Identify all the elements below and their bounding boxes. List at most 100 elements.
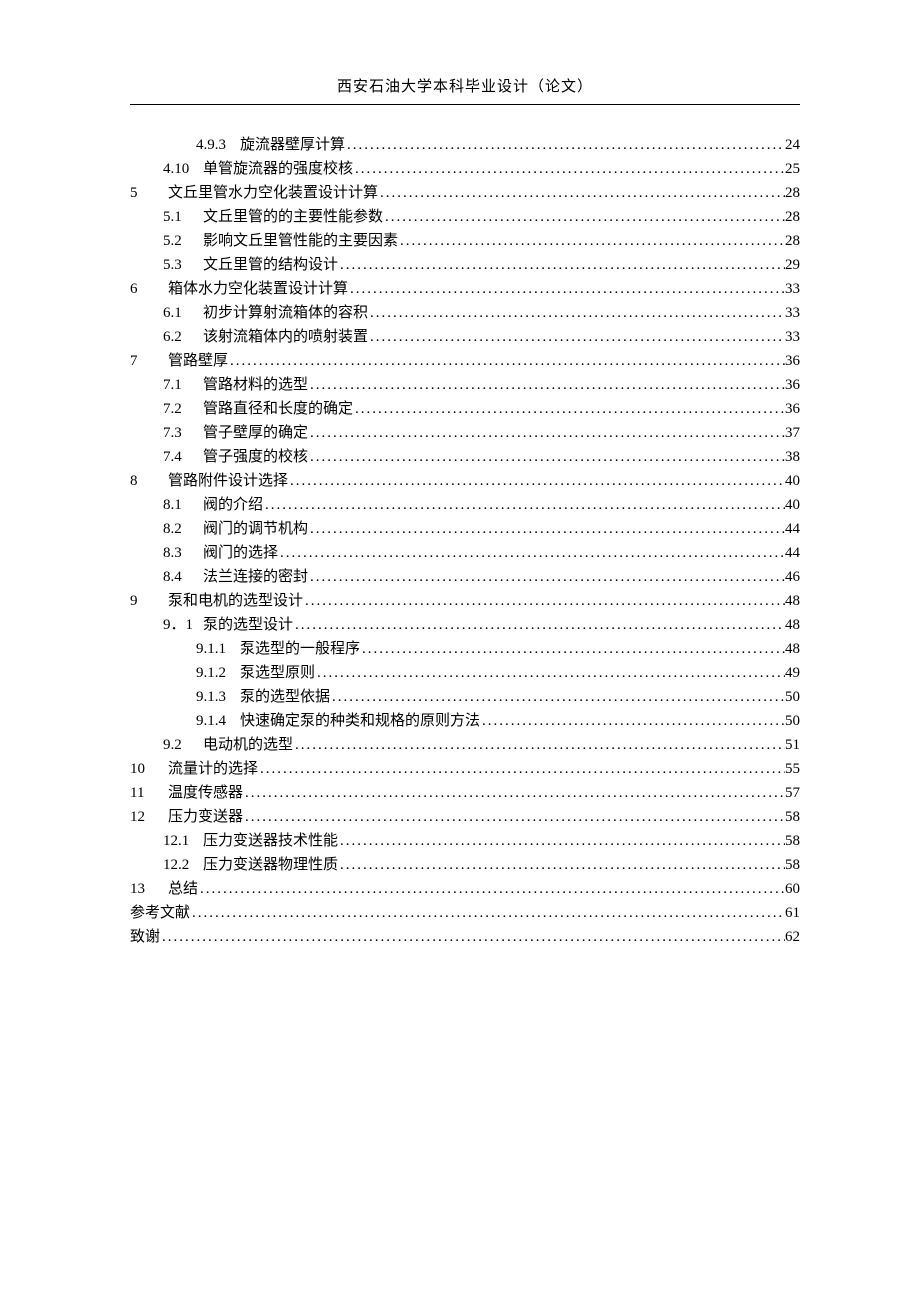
toc-entry-number: 6.2 [163, 325, 193, 349]
toc-entry-number: 9.1.3 [196, 685, 226, 709]
toc-entry-number: 6 [130, 277, 154, 301]
toc-entry: 9.1.3泵的选型依据50 [130, 685, 800, 709]
toc-entry-number: 9.1.2 [196, 661, 226, 685]
toc-entry: 12压力变送器58 [130, 805, 800, 829]
toc-entry-number: 4.9.3 [196, 133, 226, 157]
toc-entry-label: 12压力变送器 [130, 805, 243, 829]
toc-entry-title: 管路壁厚 [168, 353, 228, 369]
toc-entry: 13总结 60 [130, 877, 800, 901]
toc-entry-title: 管子壁厚的确定 [203, 425, 308, 441]
toc-leader-dots [398, 229, 785, 253]
toc-entry: 10 流量计的选择 55 [130, 757, 800, 781]
toc-entry-label: 5文丘里管水力空化装置设计计算 [130, 181, 378, 205]
toc-entry-number: 8 [130, 469, 154, 493]
toc-entry: 9.2电动机的选型51 [130, 733, 800, 757]
toc-entry-page: 60 [785, 877, 800, 901]
toc-entry-page: 57 [785, 781, 800, 805]
toc-entry-page: 33 [785, 277, 800, 301]
toc-entry-number: 9．1 [163, 613, 193, 637]
toc-entry-page: 38 [785, 445, 800, 469]
toc-entry: 致谢62 [130, 925, 800, 949]
toc-entry-label: 12.1压力变送器技术性能 [163, 829, 338, 853]
toc-entry-number: 5.1 [163, 205, 193, 229]
toc-leader-dots [308, 517, 785, 541]
toc-entry-page: 40 [785, 493, 800, 517]
toc-entry-number: 5 [130, 181, 154, 205]
toc-entry: 6.2该射流箱体内的喷射装置33 [130, 325, 800, 349]
toc-entry-number: 7.4 [163, 445, 193, 469]
toc-entry-label: 10 流量计的选择 [130, 757, 258, 781]
toc-entry: 6.1初步计算射流箱体的容积33 [130, 301, 800, 325]
toc-entry-label: 7 管路壁厚 [130, 349, 228, 373]
toc-entry-number: 5.2 [163, 229, 193, 253]
toc-entry: 7.3管子壁厚的确定37 [130, 421, 800, 445]
toc-entry: 8.2阀门的调节机构44 [130, 517, 800, 541]
toc-entry-title: 泵选型原则 [240, 665, 315, 681]
toc-entry-title: 文丘里管的结构设计 [203, 257, 338, 273]
toc-entry: 4.10 单管旋流器的强度校核 25 [130, 157, 800, 181]
toc-entry: 8管路附件设计选择40 [130, 469, 800, 493]
toc-entry-number: 7.2 [163, 397, 193, 421]
toc-entry-label: 7.1管路材料的选型 [163, 373, 308, 397]
toc-leader-dots [308, 565, 785, 589]
toc-leader-dots [160, 925, 785, 949]
toc-leader-dots [308, 421, 785, 445]
toc-entry-label: 致谢 [130, 925, 160, 949]
toc-entry: 9.1.4快速确定泵的种类和规格的原则方法50 [130, 709, 800, 733]
toc-entry-label: 8.1阀的介绍 [163, 493, 263, 517]
toc-entry-page: 48 [785, 637, 800, 661]
toc-entry-title: 泵的选型设计 [203, 617, 293, 633]
toc-leader-dots [348, 277, 785, 301]
toc-entry-page: 58 [785, 829, 800, 853]
toc-entry: 9．1泵的选型设计48 [130, 613, 800, 637]
toc-entry-number: 7.1 [163, 373, 193, 397]
toc-leader-dots [228, 349, 785, 373]
toc-entry-label: 8.4法兰连接的密封 [163, 565, 308, 589]
toc-entry: 8.1阀的介绍 40 [130, 493, 800, 517]
toc-entry-title: 阀的介绍 [203, 497, 263, 513]
toc-entry-title: 阀门的选择 [203, 545, 278, 561]
toc-entry-title: 该射流箱体内的喷射装置 [203, 329, 368, 345]
toc-entry: 7.4管子强度的校核38 [130, 445, 800, 469]
toc-entry-label: 13总结 [130, 877, 198, 901]
toc-entry-page: 33 [785, 301, 800, 325]
toc-leader-dots [293, 733, 785, 757]
toc-entry-page: 25 [785, 157, 800, 181]
toc-entry-number: 4.10 [163, 157, 193, 181]
toc-leader-dots [368, 325, 785, 349]
toc-entry-label: 4.10 单管旋流器的强度校核 [163, 157, 353, 181]
toc-entry: 11温度传感器57 [130, 781, 800, 805]
toc-entry-number: 7 [130, 349, 154, 373]
toc-entry-page: 40 [785, 469, 800, 493]
toc-entry: 5.3文丘里管的结构设计29 [130, 253, 800, 277]
toc-entry: 4.9.3旋流器壁厚计算24 [130, 133, 800, 157]
toc-leader-dots [338, 853, 785, 877]
toc-entry-label: 12.2压力变送器物理性质 [163, 853, 338, 877]
toc-entry-title: 泵和电机的选型设计 [168, 593, 303, 609]
toc-leader-dots [353, 157, 785, 181]
toc-leader-dots [353, 397, 785, 421]
toc-entry-title: 文丘里管的的主要性能参数 [203, 209, 383, 225]
toc-entry-number: 12 [130, 805, 154, 829]
toc-entry-number: 8.3 [163, 541, 193, 565]
toc-entry-title: 单管旋流器的强度校核 [203, 161, 353, 177]
toc-entry-number: 7.3 [163, 421, 193, 445]
toc-leader-dots [278, 541, 785, 565]
toc-entry-page: 61 [785, 901, 800, 925]
toc-entry-number: 10 [130, 757, 154, 781]
toc-leader-dots [293, 613, 785, 637]
toc-entry-number: 6.1 [163, 301, 193, 325]
toc-entry-page: 28 [785, 229, 800, 253]
toc-entry-label: 5.3文丘里管的结构设计 [163, 253, 338, 277]
toc-entry-title: 流量计的选择 [168, 761, 258, 777]
toc-entry-label: 7.2管路直径和长度的确定 [163, 397, 353, 421]
toc-entry-page: 24 [785, 133, 800, 157]
toc-entry-label: 9.1.4快速确定泵的种类和规格的原则方法 [196, 709, 480, 733]
toc-entry-page: 55 [785, 757, 800, 781]
toc-entry: 12.2压力变送器物理性质58 [130, 853, 800, 877]
toc-entry-label: 参考文献 [130, 901, 190, 925]
toc-leader-dots [288, 469, 785, 493]
toc-entry-label: 9.2电动机的选型 [163, 733, 293, 757]
toc-entry-label: 5.1 文丘里管的的主要性能参数 [163, 205, 383, 229]
toc-leader-dots [338, 253, 785, 277]
